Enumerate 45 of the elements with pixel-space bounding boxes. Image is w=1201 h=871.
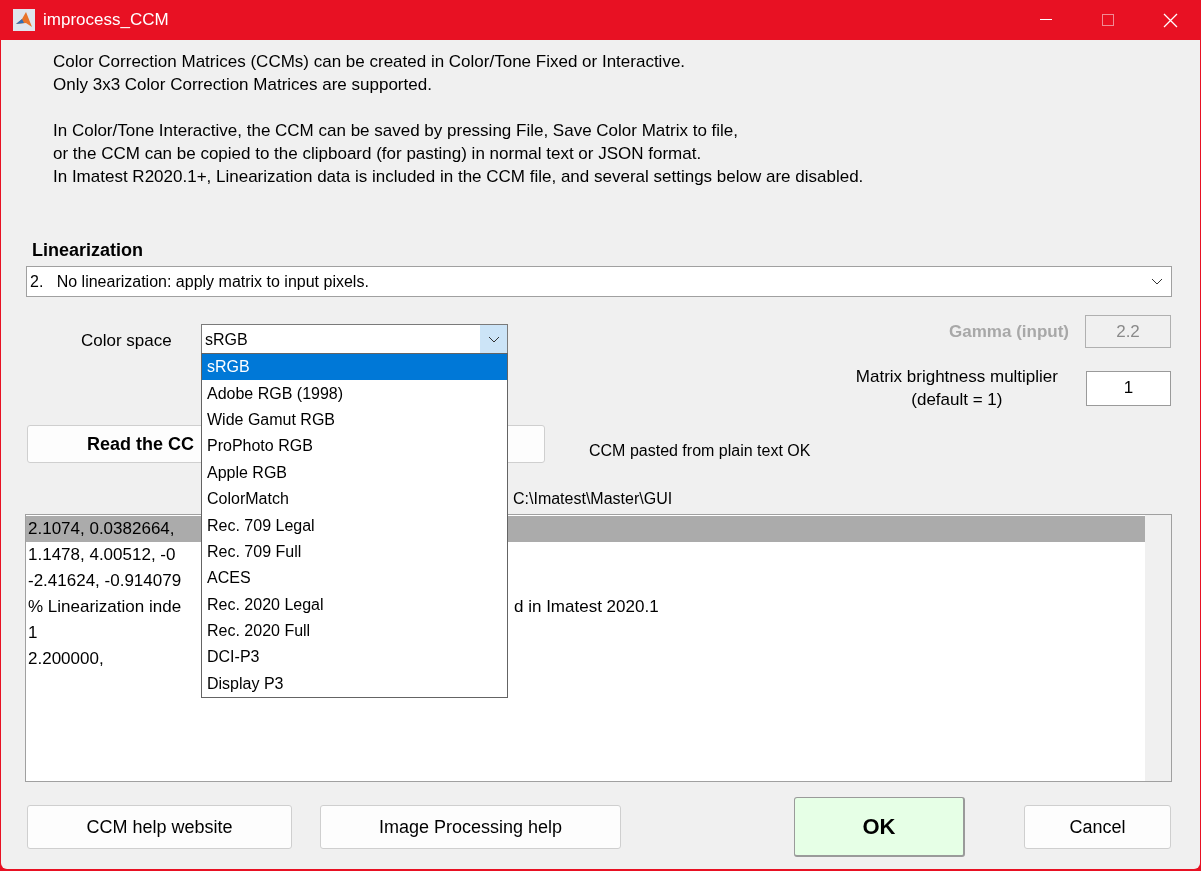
section-heading: Linearization: [32, 239, 144, 261]
text-line: % Linearization inde: [28, 596, 183, 619]
dropdown-option[interactable]: Adobe RGB (1998): [202, 380, 507, 407]
intro-text: In Imatest R2020.1+, Linearization data is included in the CCM file, and several settings below are disabled.: [53, 166, 865, 188]
field-label: Matrix brightness multiplier: [855, 366, 1058, 388]
dropdown-option[interactable]: Rec. 709 Full: [202, 538, 507, 566]
chevron-down-icon: [487, 336, 500, 343]
window-title: improcess_CCM: [43, 9, 169, 32]
text-line: 2.200000,: [28, 648, 105, 671]
intro-text: In Color/Tone Interactive, the CCM can be saved by pressing File, Save Color Matrix to file,: [53, 120, 740, 142]
dropdown-option[interactable]: Rec. 2020 Legal: [202, 591, 507, 618]
maximize-icon: [1102, 14, 1114, 26]
dialog-button[interactable]: Cancel: [1024, 805, 1171, 849]
field-label: Color space: [81, 330, 173, 352]
linearization-select[interactable]: 2. No linearization: apply matrix to input pixels.: [26, 266, 1172, 297]
dropdown-option[interactable]: Apple RGB: [202, 459, 507, 486]
field-label: (default = 1): [911, 389, 1003, 411]
ok-button[interactable]: OK: [794, 797, 965, 857]
folder-path: C:\Imatest\Master\GUI: [513, 489, 674, 509]
intro-text: Color Correction Matrices (CCMs) can be created in Color/Tone Fixed or Interactive.: [53, 51, 687, 73]
dropdown-option[interactable]: Rec. 2020 Full: [202, 617, 507, 645]
dialog-button[interactable]: CCM help website: [27, 805, 292, 849]
minimize-icon: [1040, 19, 1052, 21]
app-logo-icon: [13, 9, 35, 31]
close-icon: [1162, 12, 1178, 28]
dialog-button[interactable]: Image Processing help: [320, 805, 621, 849]
dropdown-option[interactable]: DCI-P3: [202, 644, 507, 671]
dropdown-option[interactable]: Rec. 709 Legal: [202, 512, 507, 539]
status-text: CCM pasted from plain text OK: [589, 441, 811, 461]
text-line: d in Imatest 2020.1: [514, 596, 659, 619]
chevron-down-icon: [1151, 278, 1163, 285]
text-line: 1.1478, 4.00512, -0: [28, 544, 177, 567]
dropdown-option[interactable]: ACES: [202, 565, 507, 592]
intro-text: or the CCM can be copied to the clipboard (for pasting) in normal text or JSON format.: [53, 143, 703, 165]
dropdown-option[interactable]: ColorMatch: [202, 485, 507, 513]
field-label: Gamma (input): [949, 320, 1069, 343]
dropdown-option[interactable]: ProPhoto RGB: [202, 433, 507, 460]
dropdown-option[interactable]: Display P3: [202, 670, 507, 698]
text-line: 1: [28, 622, 39, 645]
text-line: -2.41624, -0.914079: [28, 570, 183, 593]
brightness-field[interactable]: 1: [1086, 370, 1171, 406]
color-space-select[interactable]: sRGB: [201, 324, 508, 355]
intro-text: Only 3x3 Color Correction Matrices are supported.: [53, 74, 433, 96]
dropdown-option[interactable]: sRGB: [202, 354, 507, 381]
dropdown-option[interactable]: Wide Gamut RGB: [202, 406, 507, 434]
